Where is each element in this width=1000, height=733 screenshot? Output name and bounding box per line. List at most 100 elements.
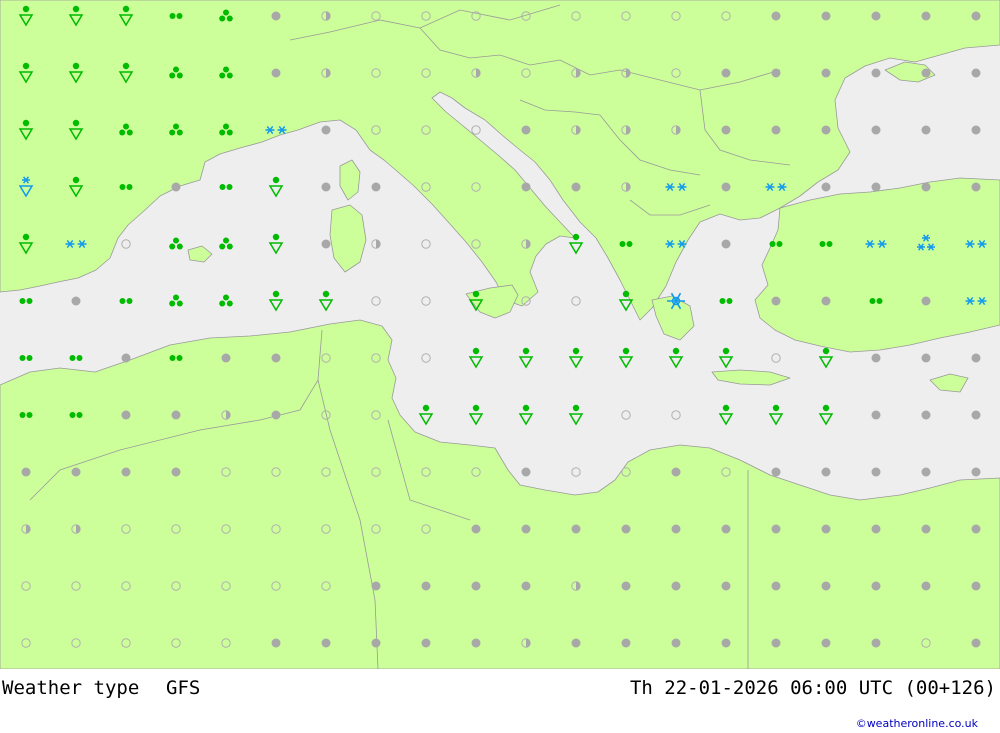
overcast-icon <box>971 182 981 192</box>
overcast-icon <box>821 68 831 78</box>
overcast-icon <box>721 239 731 249</box>
overcast-icon <box>771 68 781 78</box>
overcast-icon <box>921 524 931 534</box>
overcast-icon <box>521 467 531 477</box>
overcast-icon <box>521 125 531 135</box>
overcast-icon <box>321 182 331 192</box>
overcast-icon <box>621 581 631 591</box>
overcast-icon <box>821 467 831 477</box>
overcast-icon <box>71 296 81 306</box>
overcast-icon <box>971 353 981 363</box>
overcast-icon <box>521 581 531 591</box>
overcast-icon <box>521 524 531 534</box>
overcast-icon <box>571 524 581 534</box>
overcast-icon <box>821 125 831 135</box>
overcast-icon <box>971 467 981 477</box>
overcast-icon <box>971 125 981 135</box>
overcast-icon <box>371 638 381 648</box>
overcast-icon <box>71 467 81 477</box>
overcast-icon <box>621 524 631 534</box>
overcast-icon <box>971 638 981 648</box>
overcast-icon <box>271 353 281 363</box>
overcast-icon <box>671 467 681 477</box>
valid-time: Th 22-01-2026 06:00 UTC (00+126) <box>629 677 996 699</box>
overcast-icon <box>871 410 881 420</box>
overcast-icon <box>721 68 731 78</box>
overcast-icon <box>471 524 481 534</box>
overcast-icon <box>921 11 931 21</box>
overcast-icon <box>121 410 131 420</box>
overcast-icon <box>221 353 231 363</box>
overcast-icon <box>821 11 831 21</box>
overcast-icon <box>821 296 831 306</box>
overcast-icon <box>721 182 731 192</box>
overcast-icon <box>621 638 631 648</box>
map-title: Weather type <box>2 677 140 699</box>
overcast-icon <box>921 125 931 135</box>
overcast-icon <box>421 638 431 648</box>
overcast-icon <box>321 125 331 135</box>
overcast-icon <box>321 638 331 648</box>
footer-bar: Weather type GFS Th 22-01-2026 06:00 UTC… <box>0 669 1000 733</box>
overcast-icon <box>671 524 681 534</box>
overcast-icon <box>921 182 931 192</box>
overcast-icon <box>871 467 881 477</box>
overcast-icon <box>771 638 781 648</box>
overcast-icon <box>921 68 931 78</box>
overcast-icon <box>821 524 831 534</box>
overcast-icon <box>871 638 881 648</box>
overcast-icon <box>871 11 881 21</box>
model-name: GFS <box>166 677 201 699</box>
overcast-icon <box>721 581 731 591</box>
overcast-icon <box>671 581 681 591</box>
overcast-icon <box>171 467 181 477</box>
overcast-icon <box>871 353 881 363</box>
overcast-icon <box>771 524 781 534</box>
overcast-icon <box>821 581 831 591</box>
overcast-icon <box>921 353 931 363</box>
overcast-icon <box>721 638 731 648</box>
overcast-icon <box>871 68 881 78</box>
overcast-icon <box>471 581 481 591</box>
overcast-icon <box>971 410 981 420</box>
overcast-icon <box>771 296 781 306</box>
overcast-icon <box>921 467 931 477</box>
weather-map <box>0 0 1000 669</box>
overcast-icon <box>921 296 931 306</box>
overcast-icon <box>471 638 481 648</box>
overcast-icon <box>21 467 31 477</box>
overcast-icon <box>871 524 881 534</box>
overcast-icon <box>771 581 781 591</box>
overcast-icon <box>971 581 981 591</box>
overcast-icon <box>271 11 281 21</box>
overcast-icon <box>421 581 431 591</box>
overcast-icon <box>121 467 131 477</box>
overcast-icon <box>771 467 781 477</box>
overcast-icon <box>821 182 831 192</box>
overcast-icon <box>771 11 781 21</box>
overcast-icon <box>871 182 881 192</box>
overcast-icon <box>921 410 931 420</box>
overcast-icon <box>971 68 981 78</box>
overcast-icon <box>521 182 531 192</box>
overcast-icon <box>671 638 681 648</box>
overcast-icon <box>571 638 581 648</box>
overcast-icon <box>321 239 331 249</box>
overcast-icon <box>271 68 281 78</box>
overcast-icon <box>271 410 281 420</box>
overcast-icon <box>171 410 181 420</box>
overcast-icon <box>971 524 981 534</box>
overcast-icon <box>821 638 831 648</box>
overcast-icon <box>171 182 181 192</box>
overcast-icon <box>721 125 731 135</box>
overcast-icon <box>771 125 781 135</box>
overcast-icon <box>721 524 731 534</box>
overcast-icon <box>871 581 881 591</box>
overcast-icon <box>871 125 881 135</box>
credit-link[interactable]: ©weatheronline.co.uk <box>856 717 978 730</box>
overcast-icon <box>971 11 981 21</box>
overcast-icon <box>371 581 381 591</box>
overcast-icon <box>121 353 131 363</box>
overcast-icon <box>371 182 381 192</box>
overcast-icon <box>271 638 281 648</box>
